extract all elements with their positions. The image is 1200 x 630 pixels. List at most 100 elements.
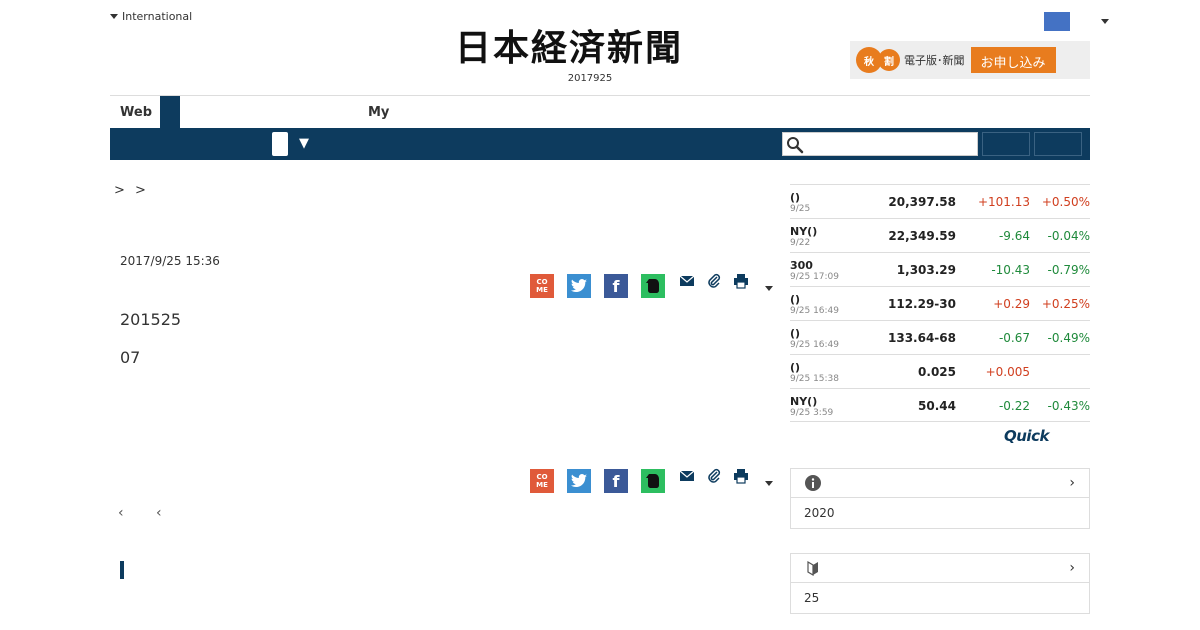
article-paragraph-2: 07 bbox=[120, 348, 141, 367]
tab-my[interactable]: My bbox=[368, 96, 389, 128]
international-link[interactable]: International bbox=[110, 10, 192, 23]
market-time: 9/25 17:09 bbox=[790, 272, 840, 282]
market-time: 9/22 bbox=[790, 238, 811, 248]
market-change: -0.22 bbox=[998, 399, 1030, 413]
caret-down-icon[interactable] bbox=[765, 480, 773, 486]
market-time: 9/25 16:49 bbox=[790, 340, 840, 350]
market-name: () bbox=[790, 293, 801, 306]
market-row[interactable]: NY() 9/25 3:59 50.44 -0.22 -0.43% bbox=[790, 388, 1090, 422]
market-value: 1,303.29 bbox=[896, 263, 956, 277]
article-date: 2017/9/25 15:36 bbox=[120, 254, 220, 268]
info-box-body[interactable]: 2020 bbox=[791, 498, 1089, 528]
market-pct: -0.49% bbox=[1047, 331, 1090, 345]
subscribe-button[interactable]: お申し込み bbox=[970, 47, 1056, 73]
caret-down-icon[interactable] bbox=[765, 285, 773, 291]
section-marker bbox=[120, 561, 124, 579]
info-icon bbox=[805, 475, 821, 491]
promo-text: 電子版･新聞 bbox=[904, 54, 965, 67]
market-value: 0.025 bbox=[918, 365, 956, 379]
mail-icon[interactable] bbox=[678, 272, 696, 290]
caret-down-icon[interactable] bbox=[1101, 19, 1109, 24]
clip-icon[interactable] bbox=[705, 467, 723, 485]
market-value: 22,349.59 bbox=[888, 229, 956, 243]
promo-badge-2: 割 bbox=[878, 49, 900, 71]
article-paragraph-1: 201525 bbox=[120, 310, 182, 329]
market-change: -0.67 bbox=[998, 331, 1030, 345]
facebook-share-button[interactable]: f bbox=[604, 469, 628, 493]
search-input[interactable] bbox=[782, 132, 978, 156]
market-row[interactable]: () 9/25 20,397.58 +101.13 +0.50% bbox=[790, 184, 1090, 218]
market-value: 112.29-30 bbox=[888, 297, 956, 311]
info-box[interactable]: › 2020 bbox=[790, 468, 1090, 529]
market-name: NY() bbox=[790, 225, 818, 238]
clip-icon[interactable] bbox=[705, 272, 723, 290]
tab-web[interactable]: Web bbox=[110, 96, 160, 128]
come-share-button[interactable]: CO ME bbox=[530, 274, 554, 298]
beginner-box[interactable]: › 25 bbox=[790, 553, 1090, 614]
market-row[interactable]: NY() 9/22 22,349.59 -9.64 -0.04% bbox=[790, 218, 1090, 252]
market-change: +0.005 bbox=[985, 365, 1030, 379]
twitter-icon bbox=[571, 474, 587, 487]
market-row[interactable]: 300 9/25 17:09 1,303.29 -10.43 -0.79% bbox=[790, 252, 1090, 286]
market-value: 20,397.58 bbox=[888, 195, 956, 209]
info-box-header[interactable]: › bbox=[791, 469, 1089, 498]
evernote-icon bbox=[646, 279, 659, 293]
market-time: 9/25 15:38 bbox=[790, 374, 840, 384]
nav-button-2[interactable] bbox=[1034, 132, 1082, 156]
share-bar-bottom: CO ME f bbox=[530, 468, 780, 494]
logo-text: 日本経済新聞 bbox=[455, 27, 684, 69]
market-name: () bbox=[790, 191, 801, 204]
mail-icon[interactable] bbox=[678, 467, 696, 485]
beginner-mark-icon bbox=[807, 560, 818, 576]
evernote-share-button[interactable] bbox=[641, 469, 665, 493]
evernote-icon bbox=[646, 474, 659, 488]
header-divider bbox=[110, 95, 1090, 96]
market-name: 300 bbox=[790, 259, 813, 272]
market-pct: +0.50% bbox=[1041, 195, 1090, 209]
market-value: 133.64-68 bbox=[888, 331, 956, 345]
market-name: () bbox=[790, 327, 801, 340]
facebook-share-button[interactable]: f bbox=[604, 274, 628, 298]
chevron-right-icon: › bbox=[1069, 475, 1075, 491]
twitter-icon bbox=[571, 279, 587, 292]
market-time: 9/25 16:49 bbox=[790, 306, 840, 316]
market-row[interactable]: () 9/25 15:38 0.025 +0.005 bbox=[790, 354, 1090, 388]
market-pct: -0.04% bbox=[1047, 229, 1090, 243]
market-pct: -0.43% bbox=[1047, 399, 1090, 413]
site-logo[interactable]: 日本経済新聞 bbox=[455, 28, 745, 68]
come-share-button[interactable]: CO ME bbox=[530, 469, 554, 493]
search-icon bbox=[787, 137, 804, 154]
caret-down-icon bbox=[110, 14, 118, 19]
evernote-share-button[interactable] bbox=[641, 274, 665, 298]
market-row[interactable]: () 9/25 16:49 133.64-68 -0.67 -0.49% bbox=[790, 320, 1090, 354]
market-table: () 9/25 20,397.58 +101.13 +0.50% NY() 9/… bbox=[790, 184, 1090, 422]
market-change: +101.13 bbox=[977, 195, 1030, 209]
nav-button-1[interactable] bbox=[982, 132, 1030, 156]
article-pager[interactable]: ‹ ‹ bbox=[118, 505, 176, 521]
twitter-share-button[interactable] bbox=[567, 274, 591, 298]
beginner-box-header[interactable]: › bbox=[791, 554, 1089, 583]
print-icon[interactable] bbox=[732, 467, 750, 485]
share-bar-top: CO ME f bbox=[530, 273, 780, 299]
market-name: () bbox=[790, 361, 801, 374]
nav-dropdown-box[interactable] bbox=[272, 132, 288, 156]
beginner-box-body[interactable]: 25 bbox=[791, 583, 1089, 613]
twitter-share-button[interactable] bbox=[567, 469, 591, 493]
market-row[interactable]: () 9/25 16:49 112.29-30 +0.29 +0.25% bbox=[790, 286, 1090, 320]
market-time: 9/25 bbox=[790, 204, 811, 214]
breadcrumb[interactable]: > > bbox=[114, 183, 149, 198]
header-date: 2017925 bbox=[567, 73, 613, 84]
print-icon[interactable] bbox=[732, 272, 750, 290]
flag-icon[interactable] bbox=[1044, 12, 1070, 31]
international-label: International bbox=[122, 10, 193, 23]
dropdown-arrow-icon[interactable]: ▼ bbox=[299, 136, 309, 151]
market-pct: +0.25% bbox=[1041, 297, 1090, 311]
market-change: -10.43 bbox=[991, 263, 1030, 277]
market-pct: -0.79% bbox=[1047, 263, 1090, 277]
tab-active[interactable] bbox=[160, 96, 180, 128]
chevron-right-icon: › bbox=[1069, 560, 1075, 576]
market-change: -9.64 bbox=[998, 229, 1030, 243]
quick-logo[interactable]: Quick bbox=[1004, 427, 1049, 445]
promo-banner[interactable]: 秋 割 電子版･新聞 お申し込み bbox=[850, 41, 1090, 79]
market-name: NY() bbox=[790, 395, 818, 408]
